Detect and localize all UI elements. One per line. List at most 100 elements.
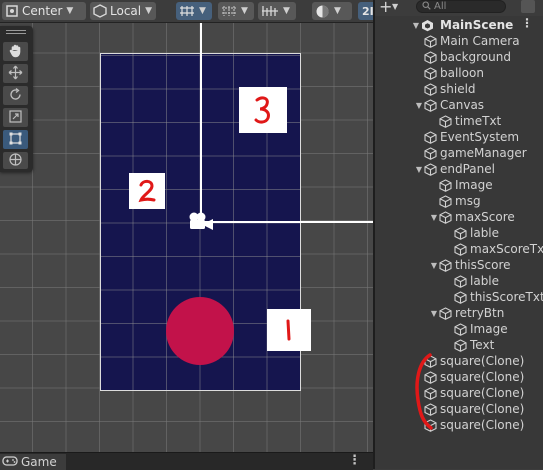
expand-arrow-icon[interactable]: ▼ — [411, 21, 421, 30]
shading-mode-dropdown[interactable]: ▼ — [312, 2, 352, 20]
hierarchy-item[interactable]: square(Clone) — [424, 385, 524, 401]
square-2[interactable] — [129, 173, 165, 209]
hand-tool-button[interactable] — [3, 42, 28, 61]
transform-tool-button[interactable] — [3, 152, 28, 169]
hierarchy-item-label: shield — [440, 82, 476, 96]
chevron-down-icon: ▼ — [199, 6, 206, 16]
hierarchy-item-label: retryBtn — [455, 306, 505, 320]
hierarchy-item[interactable]: ▼ endPanel — [416, 161, 495, 177]
expand-arrow-icon[interactable]: ▼ — [429, 213, 439, 222]
camera-gizmo-icon[interactable] — [186, 211, 216, 233]
gamepad-icon — [2, 455, 18, 469]
hierarchy-toolbar: + ▼ All — [375, 0, 543, 16]
gameobject-cube-icon — [439, 306, 455, 320]
gameobject-cube-icon — [454, 226, 470, 240]
square-1[interactable] — [267, 309, 311, 351]
search-icon — [422, 0, 431, 13]
hierarchy-item[interactable]: ▼ Canvas — [416, 97, 485, 113]
gameobject-cube-icon — [439, 210, 455, 224]
chevron-down-icon: ▼ — [66, 6, 74, 16]
scene-view[interactable]: Center ▼ Local ▼ ▼ ▼ ▼ ▼ 2I — [0, 0, 373, 452]
hierarchy-item-label: Canvas — [440, 98, 485, 112]
gameobject-cube-icon — [454, 290, 470, 304]
hierarchy-item[interactable]: Main Camera — [424, 33, 520, 49]
hierarchy-item-label: timeTxt — [455, 114, 502, 128]
align-button[interactable]: ▼ — [258, 2, 296, 20]
hierarchy-item-label: Image — [455, 178, 493, 192]
more-options-icon[interactable]: ⋮ — [348, 453, 361, 468]
increment-snap-icon — [221, 4, 237, 18]
hierarchy-item[interactable]: background — [424, 49, 511, 65]
rotate-tool-button[interactable] — [3, 86, 28, 105]
search-placeholder: All — [434, 1, 447, 12]
balloon-sprite[interactable] — [166, 297, 234, 365]
hierarchy-item-label: maxScore — [455, 210, 515, 224]
chevron-down-icon[interactable]: ▼ — [392, 2, 398, 11]
game-tab-label: Game — [21, 455, 57, 469]
handwritten-3-drawing — [254, 96, 270, 124]
hierarchy-search-input[interactable]: All — [416, 0, 506, 13]
local-icon — [93, 4, 107, 18]
hierarchy-item[interactable]: EventSystem — [424, 129, 519, 145]
hierarchy-item[interactable]: lable — [454, 273, 499, 289]
red-bracket-annotation — [415, 353, 433, 430]
move-tool-button[interactable] — [3, 64, 28, 83]
hierarchy-item[interactable]: msg — [439, 193, 481, 209]
hierarchy-item-label: Main Camera — [440, 34, 520, 48]
hierarchy-item[interactable]: Text — [454, 337, 494, 353]
hierarchy-item[interactable]: shield — [424, 81, 476, 97]
gameobject-cube-icon — [454, 338, 470, 352]
hierarchy-item[interactable]: Image — [454, 321, 508, 337]
chevron-down-icon: ▼ — [283, 6, 290, 16]
square-3[interactable] — [239, 87, 287, 133]
expand-arrow-icon[interactable]: ▼ — [429, 261, 439, 270]
hierarchy-item[interactable]: ▼ thisScore — [431, 257, 511, 273]
hierarchy-item[interactable]: square(Clone) — [424, 353, 524, 369]
hierarchy-item[interactable]: gameManager — [424, 145, 527, 161]
tab-game[interactable]: Game — [0, 454, 66, 470]
hierarchy-item[interactable]: lable — [454, 225, 499, 241]
hierarchy-item[interactable]: ▼ maxScore — [431, 209, 515, 225]
chevron-down-icon: ▼ — [334, 6, 341, 16]
align-icon — [261, 4, 279, 18]
pivot-dropdown[interactable]: Center ▼ — [2, 2, 86, 20]
increment-snap-button[interactable]: ▼ — [218, 2, 254, 20]
hierarchy-item[interactable]: balloon — [424, 65, 484, 81]
2d-mode-toggle[interactable]: 2I — [358, 2, 373, 20]
hierarchy-item[interactable]: square(Clone) — [424, 369, 524, 385]
expand-arrow-icon[interactable]: ▼ — [414, 101, 424, 110]
transform-icon — [8, 152, 23, 170]
gameobject-cube-icon — [424, 162, 440, 176]
shading-sphere-icon — [315, 4, 330, 19]
expand-arrow-icon[interactable]: ▼ — [414, 165, 424, 174]
scene-toolbar: Center ▼ Local ▼ ▼ ▼ ▼ ▼ 2I — [0, 0, 373, 23]
hierarchy-item[interactable]: ▼ retryBtn — [431, 305, 505, 321]
rect-transform-icon — [8, 131, 23, 149]
add-icon[interactable]: + — [379, 0, 392, 15]
hierarchy-item[interactable]: maxScoreTxt — [454, 241, 543, 257]
hierarchy-item[interactable]: timeTxt — [439, 113, 501, 129]
vertical-axis-line — [200, 22, 202, 224]
drag-handle[interactable] — [6, 30, 26, 38]
hierarchy-item[interactable]: Image — [439, 177, 493, 193]
scene-name-label: MainScene — [440, 18, 514, 32]
rect-tool-button[interactable] — [3, 130, 28, 149]
gameobject-cube-icon — [439, 194, 455, 208]
hierarchy-item[interactable]: thisScoreTxt — [454, 289, 543, 305]
search-filter-button[interactable] — [521, 0, 535, 13]
hierarchy-item-label: square(Clone) — [440, 370, 525, 384]
scene-root-item[interactable]: ▼ MainScene — [411, 17, 513, 33]
hierarchy-item[interactable]: square(Clone) — [424, 401, 524, 417]
hierarchy-item[interactable]: square(Clone) — [424, 417, 524, 433]
gameobject-cube-icon — [424, 50, 440, 64]
hierarchy-item-label: square(Clone) — [440, 386, 525, 400]
hierarchy-item-label: Text — [470, 338, 495, 352]
scene-more-options-icon[interactable]: ⋮ — [521, 16, 533, 30]
snap-grid-button[interactable]: ▼ — [176, 2, 212, 20]
unity-scene-icon — [421, 19, 437, 32]
rotate-icon — [8, 87, 23, 105]
expand-arrow-icon[interactable]: ▼ — [429, 309, 439, 318]
space-dropdown[interactable]: Local ▼ — [90, 2, 156, 20]
scale-tool-button[interactable] — [3, 108, 28, 127]
hand-icon — [8, 43, 23, 61]
